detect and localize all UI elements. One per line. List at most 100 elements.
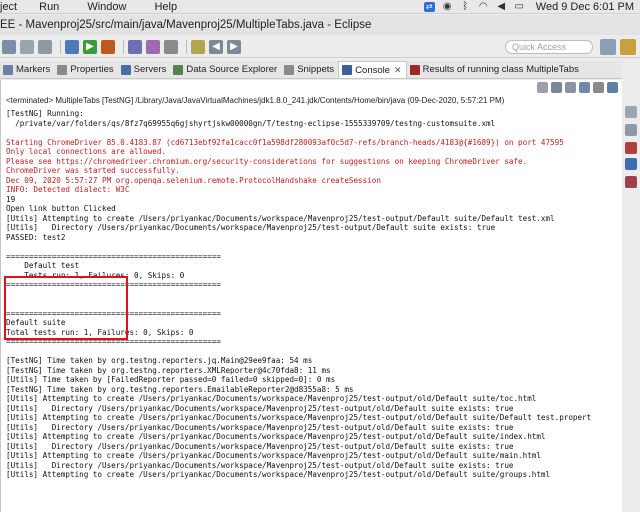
console-view-icon[interactable] bbox=[625, 158, 637, 170]
console-line: [Utils] Attempting to create /Users/priy… bbox=[6, 394, 537, 403]
battery-icon[interactable]: ▭ bbox=[514, 1, 525, 12]
console-line: [Utils] Attempting to create /Users/priy… bbox=[6, 432, 546, 441]
java-ee-perspective-icon[interactable] bbox=[620, 39, 636, 55]
console-toolbar bbox=[537, 82, 618, 93]
menu-help[interactable]: Help bbox=[154, 1, 177, 13]
restore-icon[interactable] bbox=[625, 106, 637, 118]
properties-icon bbox=[57, 64, 68, 75]
console-line: ChromeDriver was started successfully. bbox=[6, 166, 180, 175]
tab-properties[interactable]: Properties bbox=[54, 61, 117, 78]
console-line: [TestNG] Time taken by org.testng.report… bbox=[6, 365, 331, 375]
toolbar-separator bbox=[60, 39, 61, 54]
console-line: [Utils] Directory /Users/priyankac/Docum… bbox=[6, 441, 514, 451]
console-line: [Utils] Attempting to create /Users/priy… bbox=[6, 413, 592, 422]
task-icon[interactable] bbox=[625, 142, 637, 154]
tab-console[interactable]: Console ✕ bbox=[338, 61, 407, 78]
scroll-lock-icon[interactable] bbox=[579, 82, 590, 93]
toolbar-separator bbox=[123, 39, 124, 54]
pin-console-icon[interactable] bbox=[593, 82, 604, 93]
notification-icon[interactable]: ◉ bbox=[442, 1, 453, 12]
open-type-icon[interactable] bbox=[146, 39, 160, 54]
save-icon[interactable] bbox=[20, 39, 34, 54]
servers-icon bbox=[120, 64, 131, 75]
console-line: Only local connections are allowed. bbox=[6, 147, 167, 156]
tab-servers[interactable]: Servers bbox=[118, 61, 171, 78]
close-icon[interactable]: ✕ bbox=[394, 65, 402, 76]
console-line: PASSED: test2 bbox=[6, 232, 66, 242]
window-title: EE - Mavenproj25/src/main/java/Mavenproj… bbox=[0, 15, 640, 35]
open-perspective-icon[interactable] bbox=[600, 39, 616, 55]
console-line: [Utils] Time taken by [FailedReporter pa… bbox=[6, 375, 336, 384]
console-line: [Utils] Directory /Users/priyankac/Docum… bbox=[6, 460, 514, 470]
volume-icon[interactable]: ◀ bbox=[496, 1, 507, 12]
console-view[interactable]: <terminated> MultipleTabs [TestNG] /Libr… bbox=[0, 80, 622, 512]
bluetooth-icon[interactable]: ᛒ bbox=[460, 1, 471, 12]
menu-clock[interactable]: Wed 9 Dec 6:01 PM bbox=[536, 1, 634, 13]
terminated-label: <terminated> MultipleTabs [TestNG] /Libr… bbox=[6, 96, 505, 105]
back-icon[interactable]: ◀ bbox=[209, 39, 223, 54]
tab-label: Results of running class MultipleTabs bbox=[422, 64, 579, 75]
macos-menu-bar: ject Run Window Help ⇄ ◉ ᛒ ◠ ◀ ▭ Wed 9 D… bbox=[0, 0, 640, 14]
display-console-icon[interactable] bbox=[607, 82, 618, 93]
console-line: [Utils] Attempting to create /Users/priy… bbox=[6, 213, 555, 223]
tab-label: Properties bbox=[70, 64, 114, 75]
external-tools-icon[interactable] bbox=[101, 39, 115, 54]
wifi-icon[interactable]: ◠ bbox=[478, 1, 489, 12]
console-line: Open link button Clicked bbox=[6, 204, 116, 213]
toolbar-separator bbox=[186, 39, 187, 54]
remove-launch-icon[interactable] bbox=[551, 82, 562, 93]
console-line: Dec 09, 2020 5:57:27 PM org.openqa.selen… bbox=[6, 175, 381, 185]
console-line: Starting ChromeDriver 85.0.4183.87 (cd67… bbox=[6, 137, 564, 147]
console-icon bbox=[342, 65, 353, 75]
tab-testng-results[interactable]: Results of running class MultipleTabs bbox=[407, 61, 583, 78]
tab-data-source-explorer[interactable]: Data Source Explorer bbox=[170, 61, 281, 78]
new-java-class-icon[interactable] bbox=[128, 39, 142, 54]
menu-window[interactable]: Window bbox=[87, 1, 126, 13]
tab-label: Data Source Explorer bbox=[186, 64, 278, 75]
console-line: [TestNG] Running: bbox=[6, 109, 84, 118]
status-icons: ⇄ ◉ ᛒ ◠ ◀ ▭ Wed 9 Dec 6:01 PM bbox=[423, 1, 640, 13]
quick-access-field[interactable]: Quick Access bbox=[505, 40, 593, 54]
highlight-box bbox=[4, 276, 128, 340]
tab-snippets[interactable]: Snippets bbox=[281, 61, 338, 78]
debug-icon[interactable] bbox=[65, 39, 79, 54]
menu-project[interactable]: ject bbox=[0, 1, 17, 13]
print-icon[interactable] bbox=[38, 39, 52, 54]
new-icon[interactable] bbox=[2, 39, 16, 54]
console-line: 19 bbox=[6, 194, 16, 204]
teamviewer-icon[interactable]: ⇄ bbox=[423, 1, 435, 12]
tab-label: Console bbox=[355, 64, 391, 76]
console-line: INFO: Detected dialect: W3C bbox=[6, 185, 130, 194]
console-line: Default test bbox=[6, 261, 80, 270]
main-toolbar: ▶ ◀ ▶ Quick Access bbox=[0, 36, 640, 58]
console-line: [Utils] Attempting to create /Users/priy… bbox=[6, 451, 541, 460]
run-icon[interactable]: ▶ bbox=[83, 39, 97, 54]
snippets-icon bbox=[284, 64, 295, 75]
junit-icon[interactable] bbox=[625, 176, 637, 188]
clear-console-icon[interactable] bbox=[565, 82, 576, 93]
console-line: Please see https://chromedriver.chromium… bbox=[6, 156, 528, 166]
console-line: [Utils] Attempting to create /Users/priy… bbox=[6, 470, 551, 479]
console-line: [TestNG] Time taken by org.testng.report… bbox=[6, 384, 354, 394]
tab-label: Snippets bbox=[297, 64, 335, 75]
right-trim-toolbar bbox=[622, 58, 640, 198]
testng-results-icon bbox=[409, 64, 420, 75]
tab-label: Markers bbox=[16, 64, 51, 75]
tab-markers[interactable]: Markers bbox=[0, 61, 54, 78]
console-line: /private/var/folders/qs/8fz7q69955q6gjsh… bbox=[6, 118, 496, 128]
console-line: [TestNG] Time taken by org.testng.report… bbox=[6, 356, 313, 365]
console-line: ========================================… bbox=[6, 251, 221, 261]
markers-icon bbox=[3, 64, 13, 75]
console-line: [Utils] Directory /Users/priyankac/Docum… bbox=[6, 403, 514, 413]
annotation-icon[interactable] bbox=[191, 39, 205, 54]
console-line: [Utils] Directory /Users/priyankac/Docum… bbox=[6, 223, 496, 232]
data-source-icon bbox=[173, 64, 184, 75]
menu-run[interactable]: Run bbox=[39, 1, 59, 13]
terminate-icon[interactable] bbox=[537, 82, 548, 93]
outline-icon[interactable] bbox=[625, 124, 637, 136]
forward-icon[interactable]: ▶ bbox=[227, 39, 241, 54]
search-icon[interactable] bbox=[164, 39, 178, 54]
